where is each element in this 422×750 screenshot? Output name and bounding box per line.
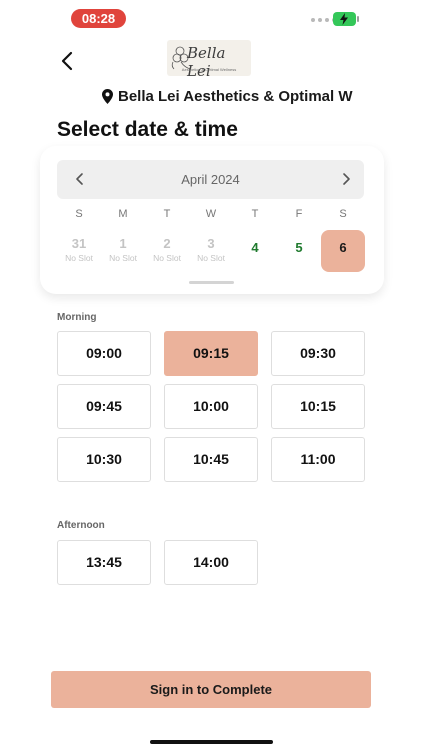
drag-handle[interactable] [189, 281, 234, 284]
day-cell-selected[interactable]: 6 [321, 230, 365, 272]
location-label: Bella Lei Aesthetics & Optimal W [102, 88, 353, 105]
day-availability: No Slot [65, 253, 93, 263]
time-slot[interactable]: 13:45 [57, 540, 151, 585]
weekday-label: S [339, 208, 347, 220]
time-slot[interactable]: 09:00 [57, 331, 151, 376]
day-cell[interactable]: 1 No Slot [101, 230, 145, 272]
logo-tagline: Aesthetics & Optimal Wellness [181, 67, 237, 72]
chevron-right-icon [343, 173, 350, 185]
weekday-label: S [75, 208, 83, 220]
day-number: 5 [295, 240, 303, 255]
weekday-label: F [295, 208, 303, 220]
time-slot[interactable]: 10:30 [57, 437, 151, 482]
month-navigator: April 2024 [57, 160, 364, 199]
day-cell[interactable]: 4 [233, 230, 277, 272]
time-slot[interactable]: 14:00 [164, 540, 258, 585]
status-bar: 08:28 [0, 0, 422, 40]
time-slot[interactable]: 10:45 [164, 437, 258, 482]
day-number: 2 [163, 236, 171, 251]
day-row: 31 No Slot 1 No Slot 2 No Slot 3 No Slot… [57, 230, 365, 272]
day-cell[interactable]: 3 No Slot [189, 230, 233, 272]
weekday-label: T [163, 208, 171, 220]
time-slot[interactable]: 11:00 [271, 437, 365, 482]
day-availability: No Slot [153, 253, 181, 263]
calendar-card: April 2024 S M T W T F S 31 No Slot 1 No… [40, 146, 384, 294]
weekday-label: W [205, 208, 217, 220]
day-number: 3 [207, 236, 215, 251]
location-name: Bella Lei Aesthetics & Optimal W [118, 88, 353, 105]
weekday-label: T [251, 208, 259, 220]
weekday-header: S M T W T F S [57, 208, 365, 220]
day-availability: No Slot [109, 253, 137, 263]
section-label-morning: Morning [57, 312, 97, 323]
back-button[interactable] [55, 48, 81, 74]
next-month-button[interactable] [338, 171, 354, 187]
time-slot[interactable]: 09:45 [57, 384, 151, 429]
sign-in-complete-button[interactable]: Sign in to Complete [51, 671, 371, 708]
weekday-label: M [118, 208, 128, 220]
map-pin-icon [102, 89, 113, 104]
day-availability: No Slot [197, 253, 225, 263]
month-label: April 2024 [181, 172, 240, 187]
time-slot-selected[interactable]: 09:15 [164, 331, 258, 376]
day-cell[interactable]: 31 No Slot [57, 230, 101, 272]
home-indicator [150, 740, 273, 744]
status-time: 08:28 [71, 9, 126, 28]
day-cell[interactable]: 2 No Slot [145, 230, 189, 272]
page-title: Select date & time [57, 118, 238, 141]
day-number: 31 [71, 236, 87, 251]
day-number: 4 [251, 240, 259, 255]
chevron-left-icon [61, 51, 73, 71]
time-slot[interactable]: 10:15 [271, 384, 365, 429]
section-label-afternoon: Afternoon [57, 520, 105, 531]
day-number: 1 [119, 236, 127, 251]
time-slot[interactable]: 09:30 [271, 331, 365, 376]
time-slot[interactable]: 10:00 [164, 384, 258, 429]
day-number: 6 [339, 240, 347, 255]
day-cell[interactable]: 5 [277, 230, 321, 272]
brand-logo: Bella Lei Aesthetics & Optimal Wellness [167, 40, 251, 76]
battery-charging-icon [333, 12, 359, 26]
